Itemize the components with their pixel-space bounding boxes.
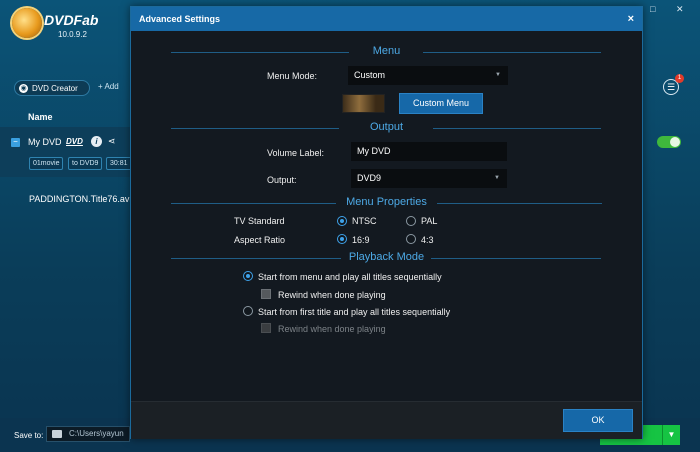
custom-menu-button[interactable]: Custom Menu: [399, 93, 483, 114]
radio-ntsc[interactable]: [337, 216, 347, 226]
ok-button[interactable]: OK: [563, 409, 633, 432]
logo-text: DVDFab: [44, 12, 99, 28]
radio-4-3[interactable]: [406, 234, 416, 244]
volume-label-input[interactable]: My DVD: [351, 142, 507, 161]
rewind-label-2: Rewind when done playing: [278, 324, 386, 334]
start-dropdown-arrow-icon[interactable]: ▼: [662, 425, 680, 445]
dvd-creator-button[interactable]: ◉ DVD Creator: [14, 80, 90, 96]
app-version: 10.0.9.2: [58, 30, 87, 39]
dialog-title: Advanced Settings: [139, 14, 221, 24]
source-filename: PADDINGTON.Title76.avi: [29, 194, 132, 204]
folder-icon[interactable]: [52, 430, 62, 438]
tv-standard-label: TV Standard: [234, 216, 285, 226]
close-icon[interactable]: ×: [628, 13, 634, 25]
start-from-first-title-label[interactable]: Start from first title and play all titl…: [258, 307, 450, 317]
chevron-down-icon: ▼: [495, 72, 501, 78]
radio-16-9[interactable]: [337, 234, 347, 244]
section-menu: Menu: [131, 45, 642, 59]
chevron-down-icon: ▼: [494, 175, 500, 181]
section-output: Output: [131, 121, 642, 135]
section-playback-mode: Playback Mode: [131, 251, 642, 265]
volume-label-value: My DVD: [357, 146, 391, 156]
maximize-icon[interactable]: □: [650, 4, 655, 14]
section-menu-heading: Menu: [372, 45, 401, 57]
advanced-settings-dialog: Advanced Settings × Menu Menu Mode: Cust…: [130, 6, 643, 439]
dvd-creator-icon: ◉: [19, 83, 28, 93]
aspect-4-3-label[interactable]: 4:3: [421, 235, 434, 245]
notification-badge: 1: [675, 74, 684, 83]
radio-start-from-first-title[interactable]: [243, 306, 253, 316]
enable-toggle[interactable]: [657, 136, 681, 148]
menu-mode-value: Custom: [354, 70, 386, 80]
title-name: My DVD: [28, 137, 62, 147]
radio-start-from-menu[interactable]: [243, 271, 253, 281]
section-output-heading: Output: [369, 121, 404, 133]
title-checkbox[interactable]: −: [11, 138, 20, 147]
aspect-16-9-label[interactable]: 16:9: [352, 235, 370, 245]
section-playback-mode-heading: Playback Mode: [348, 251, 425, 263]
output-select[interactable]: DVD9 ▼: [351, 169, 507, 188]
dvd-logo-icon: DVD: [66, 137, 83, 146]
tag-duration[interactable]: 30:81: [106, 157, 132, 170]
info-icon[interactable]: i: [91, 136, 102, 147]
rewind-checkbox-2: [261, 323, 271, 333]
section-menu-properties-heading: Menu Properties: [346, 196, 427, 208]
save-to-label: Save to:: [14, 431, 44, 440]
window-close-icon[interactable]: ✕: [676, 4, 684, 15]
section-menu-properties: Menu Properties: [131, 196, 642, 210]
output-label: Output:: [267, 175, 297, 185]
menu-preview-thumbnail: [342, 94, 385, 113]
add-button[interactable]: + Add: [98, 82, 119, 91]
rewind-label-1[interactable]: Rewind when done playing: [278, 290, 386, 300]
dvd-creator-label: DVD Creator: [32, 83, 78, 93]
menu-mode-select[interactable]: Custom ▼: [348, 66, 508, 85]
start-from-menu-label[interactable]: Start from menu and play all titles sequ…: [258, 272, 442, 282]
dialog-titlebar: Advanced Settings ×: [131, 7, 642, 31]
output-value: DVD9: [357, 173, 382, 183]
radio-pal[interactable]: [406, 216, 416, 226]
aspect-ratio-label: Aspect Ratio: [234, 235, 286, 245]
tag-title-count[interactable]: 01movie: [29, 157, 64, 170]
pal-label[interactable]: PAL: [421, 216, 437, 226]
share-icon[interactable]: ⋖: [108, 136, 121, 147]
dvdfab-logo-icon: [12, 8, 42, 38]
ntsc-label[interactable]: NTSC: [352, 216, 377, 226]
volume-label-label: Volume Label:: [267, 148, 325, 158]
tag-output-format[interactable]: to DVD9: [68, 157, 103, 170]
name-column-header: Name: [28, 112, 53, 122]
rewind-checkbox-1[interactable]: [261, 289, 271, 299]
menu-mode-label: Menu Mode:: [267, 71, 318, 81]
